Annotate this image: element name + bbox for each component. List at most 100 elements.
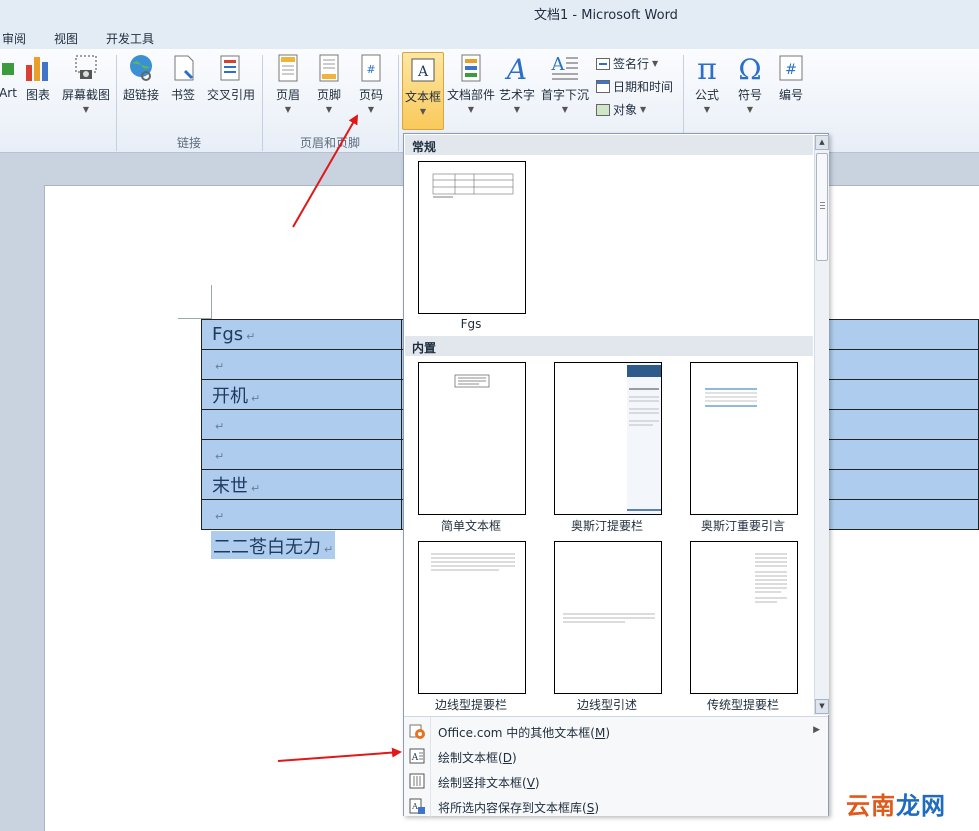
page-number-button[interactable]: # 页码 ▼ [355,53,387,114]
tab-developer[interactable]: 开发工具 [106,30,154,47]
header-button[interactable]: 页眉 ▼ [272,53,304,114]
paragraph-mark: ↵ [215,510,225,523]
gallery-item-border-quote[interactable] [554,541,662,694]
group-separator [262,55,263,151]
smartart-button[interactable]: Art [0,53,18,100]
text-box-preview [454,374,490,388]
gallery-item-label: 传统型提要栏 [706,698,779,712]
gallery-item-austin-sidebar[interactable] [554,362,662,515]
dropdown-arrow-icon: ▼ [561,105,569,114]
title-bar: 文档1 - Microsoft Word [0,0,979,26]
scroll-down-icon[interactable]: ▼ [815,699,829,714]
footer-button[interactable]: 页脚 ▼ [313,53,345,114]
gallery-item-border-sidebar[interactable] [418,541,526,694]
paragraph-mark: ↵ [215,450,225,463]
gallery-item-label: 奥斯汀重要引言 [700,519,785,533]
dropdown-arrow-icon: ▼ [640,105,647,114]
svg-text:A: A [411,802,418,811]
date-time-button[interactable]: 日期和时间 [596,78,673,95]
svg-text:#: # [785,62,797,78]
cross-reference-button[interactable]: 交叉引用 [205,53,257,103]
group-label-links: 链接 [177,136,202,150]
office-online-icon [409,724,425,739]
calendar-icon [596,80,610,93]
quick-parts-button[interactable]: 文档部件 ▼ [446,53,496,114]
paragraph-mark: ↵ [215,360,225,373]
selected-paragraph[interactable]: 二二苍白无力 ↵ [211,531,336,559]
group-label-header-footer: 页眉和页脚 [300,136,361,150]
footer-icon [319,54,339,82]
svg-text:A: A [551,54,566,75]
number-button[interactable]: # 编号 [774,53,808,103]
bar-chart-icon [26,57,48,81]
text-box-preview [431,553,515,571]
table-cell[interactable]: 开机 ↵ [201,379,402,410]
chart-button[interactable]: 图表 [22,53,54,103]
signature-line-icon [596,57,610,70]
margin-corner-mark [211,285,212,319]
gallery-item-label: 奥斯汀提要栏 [570,519,643,533]
table-cell[interactable]: ↵ [201,349,402,380]
dropdown-arrow-icon: ▼ [284,105,292,114]
screenshot-button[interactable]: 屏幕截图 ▼ [60,53,112,114]
object-button[interactable]: 对象 ▼ [596,101,646,118]
dropdown-arrow-icon: ▼ [367,105,375,114]
gallery-item-label: 简单文本框 [440,519,501,533]
text-box-button[interactable]: A 文本框 ▼ [402,52,444,130]
bookmark-icon [174,55,194,81]
paragraph-mark: ↵ [246,330,256,343]
paragraph-mark: ↵ [251,481,261,495]
equation-button[interactable]: π 公式 ▼ [689,53,725,114]
dropdown-arrow-icon: ▼ [703,105,711,114]
gallery-item-simple-text-box[interactable] [418,362,526,515]
cross-reference-icon [220,55,240,81]
pi-icon: π [697,53,717,83]
table-cell[interactable]: 末世 ↵ [201,469,402,500]
symbol-button[interactable]: Ω 符号 ▼ [732,53,768,114]
group-separator [398,55,399,151]
drop-cap-icon: A [551,54,578,80]
object-icon [596,103,610,116]
text-box-preview [563,613,655,623]
svg-text:A: A [417,64,429,80]
window-title: 文档1 - Microsoft Word [534,8,678,23]
svg-text:Ω: Ω [738,53,761,83]
draw-text-box-icon: A [409,748,425,764]
ribbon-tabs: 审阅 视图 开发工具 [0,26,979,49]
table-cell[interactable]: ↵ [201,439,402,470]
paragraph-mark: ↵ [215,420,225,433]
scroll-up-icon[interactable]: ▲ [815,135,829,150]
gallery-scrollbar[interactable]: ▲ ▼ [814,135,829,715]
text-box-gallery: 常规 Fgs 内置 简单文本框 奥斯汀提要栏 奥斯汀重要引言 边线型提要栏 边线… [403,133,829,819]
drop-cap-button[interactable]: A 首字下沉 ▼ [539,53,591,114]
table-cell[interactable]: ↵ [201,409,402,440]
gallery-item-traditional-sidebar[interactable] [690,541,798,694]
table-cell[interactable]: Fgs ↵ [201,319,402,350]
scrollbar-thumb[interactable] [816,153,828,261]
dropdown-arrow-icon: ▼ [513,105,521,114]
gallery-item-fgs[interactable] [418,161,526,314]
smartart-icon [2,63,14,75]
submenu-arrow-icon: ▶ [813,725,820,735]
tab-review[interactable]: 审阅 [2,30,26,47]
bookmark-button[interactable]: 书签 [167,53,199,103]
text-box-preview [705,388,757,407]
menu-item-draw-text-box[interactable]: A 绘制文本框(D) [404,744,828,769]
gallery-item-label: 边线型引述 [576,698,637,712]
table-cell[interactable]: ↵ [201,499,402,530]
gallery-item-austin-quote[interactable] [690,362,798,515]
wordart-button[interactable]: A 艺术字 ▼ [498,53,536,114]
draw-vertical-text-box-icon [409,773,425,789]
gallery-commands: Office.com 中的其他文本框(M) ▶ A 绘制文本框(D) 绘制竖排文… [404,716,828,819]
menu-item-more-text-boxes[interactable]: Office.com 中的其他文本框(M) ▶ [404,719,828,744]
paragraph-mark: ↵ [324,543,334,556]
dropdown-arrow-icon: ▼ [652,59,659,68]
hyperlink-button[interactable]: 超链接 [121,53,161,103]
tab-view[interactable]: 视图 [54,30,78,47]
header-icon [278,54,298,82]
signature-line-button[interactable]: 签名行 ▼ [596,55,658,72]
menu-item-save-to-gallery[interactable]: A 将所选内容保存到文本框库(S) [404,794,828,819]
dropdown-arrow-icon: ▼ [325,105,333,114]
menu-item-draw-vertical-text-box[interactable]: 绘制竖排文本框(V) [404,769,828,794]
save-to-gallery-icon: A [409,798,425,814]
